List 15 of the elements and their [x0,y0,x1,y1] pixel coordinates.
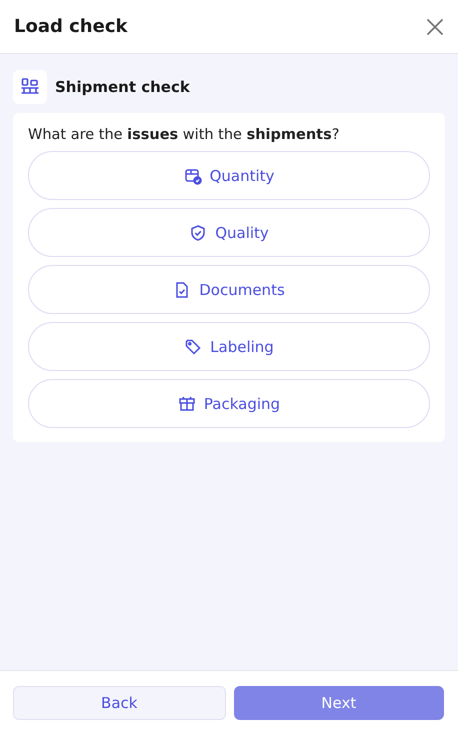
option-button[interactable]: Labeling [28,322,430,371]
close-icon[interactable] [426,18,444,36]
question-text: What are the issues with the shipments? [28,127,340,143]
option-button[interactable]: Quantity [28,151,430,200]
option-button[interactable]: Documents [28,265,430,314]
package-icon [178,394,196,412]
shield-check-icon [189,224,208,242]
window-title: Load check [14,16,128,37]
section-title: Shipment check [55,78,190,96]
box-check-icon [184,166,202,184]
option-button[interactable]: Quality [28,208,430,257]
back-button[interactable]: Back [13,686,226,720]
pallet-icon [13,70,47,104]
option-button[interactable]: Packaging [28,379,430,428]
tag-icon [184,338,202,356]
